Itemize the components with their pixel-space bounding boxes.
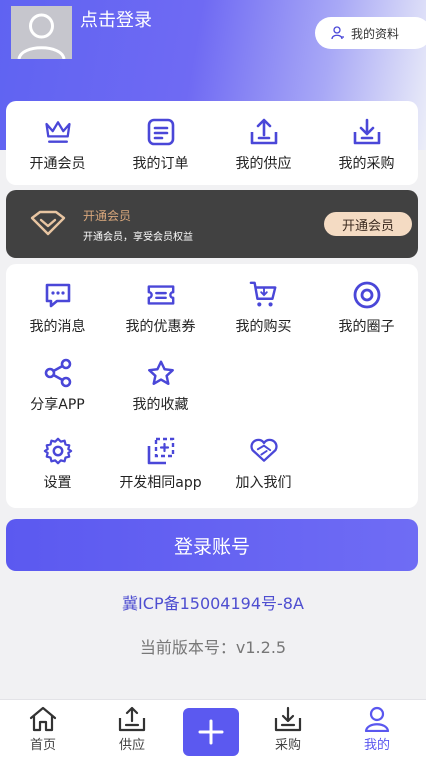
profile-button[interactable]: 我的资料: [315, 17, 426, 49]
download-icon: [353, 118, 380, 145]
grid-item-messages[interactable]: 我的消息: [6, 280, 109, 336]
grid-item-label: 我的供应: [235, 156, 292, 172]
grid-item-label: 开通会员: [29, 156, 86, 172]
copy-icon: [147, 437, 174, 465]
avatar[interactable]: [11, 6, 72, 59]
tab-label: 供应: [118, 738, 145, 753]
user-outline-icon: [331, 26, 344, 40]
grid-item-label: 我的订单: [132, 156, 189, 172]
grid-item-coupons[interactable]: 我的优惠券: [109, 280, 212, 336]
orders-card: 开通会员 我的订单 我的供应 我的采购: [6, 101, 418, 185]
plus-icon: [198, 719, 224, 745]
supply-icon: [118, 706, 146, 732]
user-icon: [364, 706, 390, 732]
grid-item-orders[interactable]: 我的订单: [109, 117, 212, 173]
tab-supply[interactable]: 供应: [102, 706, 162, 753]
message-icon: [45, 283, 70, 308]
grid-item-join-us[interactable]: 加入我们: [212, 436, 315, 492]
vip-open-button[interactable]: 开通会员: [324, 212, 412, 236]
grid-item-vip[interactable]: 开通会员: [6, 117, 109, 173]
diamond-icon: [30, 210, 66, 240]
grid-item-label: 分享APP: [30, 397, 85, 413]
vip-banner[interactable]: 开通会员 开通会员，享受会员权益 开通会员: [6, 190, 418, 258]
grid-item-label: 我的采购: [338, 156, 395, 172]
icp-license-link[interactable]: 冀ICP备15004194号-8A: [0, 590, 426, 614]
grid-item-label: 加入我们: [235, 475, 292, 491]
grid-item-develop-app[interactable]: 开发相同app: [109, 436, 212, 492]
grid-item-circles[interactable]: 我的圈子: [315, 280, 418, 336]
grid-item-my-purchases[interactable]: 我的购买: [212, 280, 315, 336]
bottom-tab-bar: 首页 供应 采购 我的: [0, 699, 426, 765]
purchase-icon: [274, 706, 302, 732]
star-icon: [147, 360, 174, 385]
coupon-icon: [147, 285, 174, 305]
share-icon: [44, 358, 71, 388]
user-placeholder-icon: [11, 6, 72, 59]
heart-handshake-icon: [249, 438, 278, 462]
grid-item-label: 我的消息: [29, 319, 86, 335]
profile-button-label: 我的资料: [351, 26, 400, 41]
order-icon: [147, 118, 174, 146]
tab-purchase[interactable]: 采购: [258, 706, 318, 753]
grid-item-label: 我的优惠券: [125, 319, 196, 335]
vip-title: 开通会员: [83, 209, 132, 223]
grid-item-supply[interactable]: 我的供应: [212, 117, 315, 173]
tab-label: 首页: [29, 738, 56, 753]
tab-label: 我的: [363, 738, 390, 753]
grid-item-label: 我的购买: [235, 319, 292, 335]
tab-mine[interactable]: 我的: [347, 706, 407, 753]
crown-icon: [44, 121, 71, 143]
grid-item-purchase[interactable]: 我的采购: [315, 117, 418, 173]
upload-icon: [250, 118, 277, 145]
vip-subtitle: 开通会员，享受会员权益: [83, 232, 193, 243]
home-icon: [29, 706, 57, 732]
login-link[interactable]: 点击登录: [80, 6, 152, 32]
login-account-button[interactable]: 登录账号: [6, 519, 418, 571]
grid-item-label: 我的圈子: [338, 319, 395, 335]
grid-item-label: 设置: [43, 475, 72, 491]
tab-label: 采购: [274, 738, 301, 753]
grid-item-share-app[interactable]: 分享APP: [6, 358, 109, 414]
tab-home[interactable]: 首页: [13, 706, 73, 753]
publish-button[interactable]: [183, 708, 239, 756]
grid-item-label: 我的收藏: [132, 397, 189, 413]
gear-icon: [43, 437, 72, 465]
services-card: 我的消息 我的优惠券 我的购买 我的圈子 分享APP 我的收藏 设置 开发相同a…: [6, 264, 418, 508]
cart-icon: [249, 281, 276, 307]
circle-icon: [353, 281, 380, 309]
grid-item-label: 开发相同app: [119, 475, 202, 491]
grid-item-favorites[interactable]: 我的收藏: [109, 358, 212, 414]
app-version: 当前版本号：v1.2.5: [139, 638, 287, 657]
grid-item-settings[interactable]: 设置: [6, 436, 109, 492]
